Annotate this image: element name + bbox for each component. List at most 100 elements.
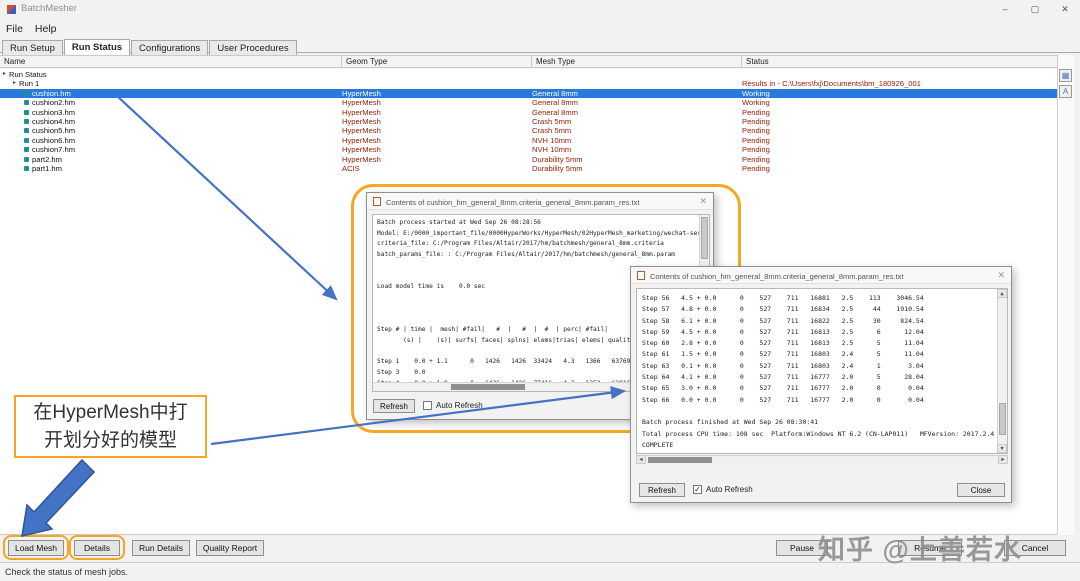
close-icon[interactable]: ✕ xyxy=(997,270,1005,281)
app-icon xyxy=(7,5,16,14)
job-geom-type: HyperMesh xyxy=(342,126,381,136)
title-bar: BatchMesher – ▢ ✕ xyxy=(0,0,1080,19)
tree-node-run-1[interactable]: ▸ Run 1 Results in - C:\Users\fxj\Document… xyxy=(0,79,1074,88)
expander-icon[interactable]: ▸ xyxy=(13,79,16,88)
job-geom-type: HyperMesh xyxy=(342,154,381,164)
job-row-cushion.hm[interactable]: cushion.hm HyperMesh General 8mm Working xyxy=(0,88,1074,99)
job-geom-type: HyperMesh xyxy=(342,98,381,108)
tab-run-status[interactable]: Run Status xyxy=(63,39,131,55)
horizontal-scrollbar[interactable]: ◄ ► xyxy=(636,455,1008,465)
close-icon[interactable]: ✕ xyxy=(699,196,707,207)
job-file-icon xyxy=(24,119,29,124)
scroll-down-icon[interactable]: ▼ xyxy=(997,444,1007,453)
job-row-part2.hm[interactable]: part2.hm HyperMesh Durability 5mm Pending xyxy=(0,155,1074,164)
job-mesh-type: General 8mm xyxy=(532,88,579,98)
sort-icon[interactable]: A xyxy=(1059,85,1072,98)
job-mesh-type: General 8mm xyxy=(532,107,579,117)
column-header-name[interactable]: Name xyxy=(0,56,342,68)
run-details-button[interactable]: Run Details xyxy=(132,540,190,556)
run-group-label: ▸ Run 1 xyxy=(13,79,40,89)
job-row-cushion5.hm[interactable]: cushion5.hm HyperMesh Crash 5mm Pending xyxy=(0,126,1074,135)
auto-refresh-checkbox[interactable]: ✓ xyxy=(693,485,702,494)
job-status: Working xyxy=(742,88,770,98)
document-icon xyxy=(637,271,645,280)
scroll-left-icon[interactable]: ◄ xyxy=(636,455,646,464)
job-status: Pending xyxy=(742,107,770,117)
job-file-icon xyxy=(24,90,29,96)
column-header-status[interactable]: Status xyxy=(742,56,1058,68)
details-highlight xyxy=(69,535,125,560)
column-header-mesh-type[interactable]: Mesh Type xyxy=(532,56,742,68)
job-mesh-type: Crash 5mm xyxy=(532,126,572,136)
job-status: Pending xyxy=(742,164,770,173)
vertical-scrollbar[interactable]: ▲ ▼ xyxy=(997,289,1007,453)
tab-configurations[interactable]: Configurations xyxy=(131,40,209,55)
scrollbar-thumb[interactable] xyxy=(451,384,525,390)
job-geom-type: HyperMesh xyxy=(342,107,381,117)
job-geom-type: HyperMesh xyxy=(342,135,381,145)
job-file-icon xyxy=(24,156,29,162)
job-row-cushion6.hm[interactable]: cushion6.hm HyperMesh NVH 10mm Pending xyxy=(0,136,1074,145)
job-file-icon xyxy=(24,137,29,143)
job-status: Pending xyxy=(742,154,770,164)
job-file-icon xyxy=(24,128,29,134)
scrollbar-thumb[interactable] xyxy=(701,217,708,259)
job-row-cushion7.hm[interactable]: cushion7.hm HyperMesh NVH 10mm Pending xyxy=(0,145,1074,154)
result-log-text-area[interactable]: Step 56 4.5 + 0.0 0 527 711 16881 2.5 11… xyxy=(636,288,1008,454)
result-dialog-title: Contents of cushion_hm_general_8mm.crite… xyxy=(650,272,904,281)
tab-user-procedures[interactable]: User Procedures xyxy=(209,40,297,55)
job-mesh-type: General 8mm xyxy=(532,98,579,108)
window-title: BatchMesher xyxy=(21,3,77,14)
job-name: cushion4.hm xyxy=(24,117,75,126)
watermark: 知乎 @上善若水 xyxy=(818,535,1022,565)
job-mesh-type: NVH 10mm xyxy=(532,135,572,145)
quality-report-button[interactable]: Quality Report xyxy=(196,540,264,556)
job-geom-type: HyperMesh xyxy=(342,145,381,155)
scrollbar-thumb[interactable] xyxy=(999,403,1006,435)
job-geom-type: ACIS xyxy=(342,164,360,173)
result-log-lines: Step 56 4.5 + 0.0 0 527 711 16881 2.5 11… xyxy=(642,294,995,449)
menu-help[interactable]: Help xyxy=(29,21,63,35)
job-file-icon xyxy=(24,147,29,153)
list-header: Name Geom Type Mesh Type Status xyxy=(0,55,1074,68)
scroll-right-icon[interactable]: ► xyxy=(998,455,1008,464)
job-name: cushion5.hm xyxy=(24,126,75,135)
menu-file[interactable]: File xyxy=(0,21,29,35)
refresh-button[interactable]: Refresh xyxy=(639,483,685,497)
param-dialog-titlebar[interactable]: Contents of cushion_hm_general_8mm.crite… xyxy=(367,193,713,210)
job-row-cushion4.hm[interactable]: cushion4.hm HyperMesh Crash 5mm Pending xyxy=(0,117,1074,126)
scroll-up-icon[interactable]: ▲ xyxy=(997,289,1007,298)
job-mesh-type: Durability 5mm xyxy=(532,164,583,173)
list-scroll-gutter[interactable] xyxy=(1057,55,1074,535)
auto-refresh-label: Auto Refresh xyxy=(706,485,753,494)
annotation-line1: 在HyperMesh中打 xyxy=(33,402,188,423)
auto-refresh-checkbox[interactable] xyxy=(423,401,432,410)
job-status: Pending xyxy=(742,126,770,136)
scrollbar-thumb[interactable] xyxy=(648,457,712,463)
result-dialog-titlebar[interactable]: Contents of cushion_hm_general_8mm.crite… xyxy=(631,267,1011,284)
columns-icon[interactable]: ▦ xyxy=(1059,69,1072,82)
job-status: Pending xyxy=(742,117,770,126)
tree-node-run-status[interactable]: ▸ Run Status xyxy=(0,70,1074,79)
auto-refresh-label: Auto Refresh xyxy=(436,401,483,410)
close-button[interactable]: ✕ xyxy=(1050,0,1080,19)
column-header-geom-type[interactable]: Geom Type xyxy=(342,56,532,68)
close-dialog-button[interactable]: Close xyxy=(957,483,1005,497)
job-name: cushion2.hm xyxy=(24,98,75,107)
job-row-cushion2.hm[interactable]: cushion2.hm HyperMesh General 8mm Working xyxy=(0,98,1074,107)
job-name: cushion7.hm xyxy=(24,145,75,154)
job-name: cushion.hm xyxy=(24,89,71,98)
job-name: cushion6.hm xyxy=(24,136,75,145)
job-row-part1.hm[interactable]: part1.hm ACIS Durability 5mm Pending xyxy=(0,164,1074,173)
job-row-cushion3.hm[interactable]: cushion3.hm HyperMesh General 8mm Pending xyxy=(0,108,1074,117)
tab-bar: Run Setup Run Status Configurations User Pr… xyxy=(0,37,1080,55)
refresh-button[interactable]: Refresh xyxy=(373,399,415,413)
result-log-dialog: Contents of cushion_hm_general_8mm.crite… xyxy=(630,266,1012,503)
run-results-path: Results in - C:\Users\fxj\Documents\bm_1… xyxy=(742,79,921,89)
job-status: Pending xyxy=(742,135,770,145)
minimize-button[interactable]: – xyxy=(990,0,1020,19)
expander-icon[interactable]: ▸ xyxy=(3,70,6,79)
tab-run-setup[interactable]: Run Setup xyxy=(2,40,63,55)
maximize-button[interactable]: ▢ xyxy=(1020,0,1050,19)
job-file-icon xyxy=(24,109,29,115)
